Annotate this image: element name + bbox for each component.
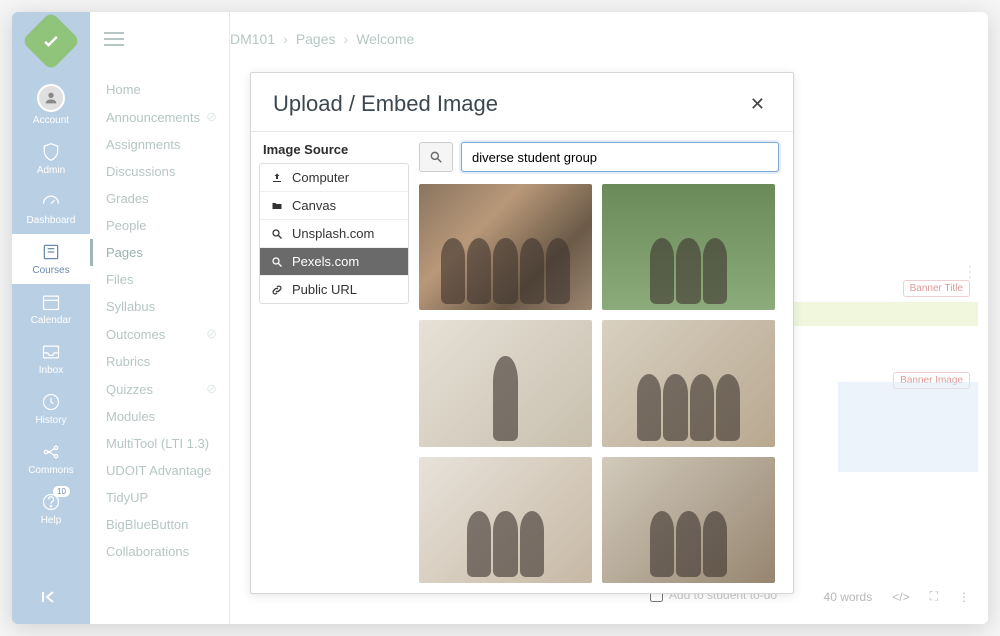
result-thumbnail[interactable] — [602, 184, 775, 310]
image-source-heading: Image Source — [259, 142, 409, 163]
search-row — [419, 142, 779, 172]
content-block — [838, 382, 978, 472]
app-window: Account Admin Dashboard Courses Calendar… — [12, 12, 988, 624]
breadcrumb-page[interactable]: Welcome — [356, 31, 414, 47]
hidden-icon: ⊘ — [206, 381, 217, 397]
cnav-item-announcements[interactable]: Announcements⊘ — [90, 103, 229, 131]
html-view-icon[interactable]: </> — [892, 590, 909, 604]
cnav-item-discussions[interactable]: Discussions — [90, 158, 229, 185]
rail-label: Calendar — [31, 315, 72, 326]
rail-label: Dashboard — [27, 215, 76, 226]
source-computer[interactable]: Computer — [260, 164, 408, 192]
search-input[interactable] — [461, 142, 779, 172]
calendar-icon — [40, 292, 62, 312]
upload-embed-image-modal: Upload / Embed Image ✕ Image Source Comp… — [250, 72, 794, 594]
hidden-icon: ⊘ — [206, 109, 217, 125]
book-icon — [40, 242, 62, 262]
upload-icon — [270, 172, 284, 184]
global-nav-rail: Account Admin Dashboard Courses Calendar… — [12, 12, 90, 624]
hamburger-icon[interactable] — [104, 32, 124, 46]
cnav-item-pages[interactable]: Pages — [90, 239, 229, 266]
side-panel-controls: ⋮ — [962, 262, 978, 282]
help-icon: 10 — [40, 492, 62, 512]
result-thumbnail[interactable] — [602, 457, 775, 583]
result-thumbnail[interactable] — [419, 320, 592, 446]
source-pexels[interactable]: Pexels.com — [260, 248, 408, 276]
rail-item-dashboard[interactable]: Dashboard — [12, 184, 90, 234]
gauge-icon — [40, 192, 62, 212]
cnav-item-syllabus[interactable]: Syllabus — [90, 293, 229, 320]
modal-header: Upload / Embed Image ✕ — [251, 73, 793, 131]
avatar-icon — [37, 84, 65, 112]
source-public-url[interactable]: Public URL — [260, 276, 408, 303]
kebab-icon[interactable]: ⋮ — [962, 262, 978, 282]
rail-label: Inbox — [39, 365, 63, 376]
source-canvas[interactable]: Canvas — [260, 192, 408, 220]
result-thumbnail[interactable] — [419, 184, 592, 310]
result-thumbnail[interactable] — [419, 457, 592, 583]
fullscreen-icon[interactable]: ⛶ — [930, 589, 938, 604]
cnav-item-grades[interactable]: Grades — [90, 185, 229, 212]
modal-title: Upload / Embed Image — [273, 91, 498, 117]
rail-item-account[interactable]: Account — [12, 76, 90, 134]
clock-icon — [40, 392, 62, 412]
search-icon — [270, 256, 284, 268]
breadcrumb-course[interactable]: DM101 — [230, 31, 275, 47]
cnav-item-udoit[interactable]: UDOIT Advantage — [90, 457, 229, 484]
rail-label: Courses — [32, 265, 69, 276]
inbox-icon — [40, 342, 62, 362]
kebab-icon[interactable]: ⋮ — [958, 590, 970, 604]
cnav-item-quizzes[interactable]: Quizzes⊘ — [90, 375, 229, 403]
rail-item-admin[interactable]: Admin — [12, 134, 90, 184]
rail-collapse-button[interactable] — [39, 575, 63, 624]
app-logo[interactable] — [21, 12, 80, 71]
rail-label: Admin — [37, 165, 65, 176]
word-count: 40 words — [824, 590, 873, 604]
cnav-item-outcomes[interactable]: Outcomes⊘ — [90, 320, 229, 348]
banner-title-badge[interactable]: Banner Title — [903, 280, 970, 297]
hidden-icon: ⊘ — [206, 326, 217, 342]
rail-item-calendar[interactable]: Calendar — [12, 284, 90, 334]
rail-label: Commons — [28, 465, 74, 476]
cnav-item-files[interactable]: Files — [90, 266, 229, 293]
breadcrumb: DM101 › Pages › Welcome — [230, 31, 414, 47]
cnav-item-assignments[interactable]: Assignments — [90, 131, 229, 158]
close-icon[interactable]: ✕ — [744, 92, 771, 117]
rail-item-courses[interactable]: Courses — [12, 234, 90, 284]
cnav-item-modules[interactable]: Modules — [90, 403, 229, 430]
rail-label: Account — [33, 115, 69, 126]
rail-label: Help — [41, 515, 62, 526]
topbar — [90, 12, 229, 66]
results-grid — [419, 184, 779, 583]
search-button[interactable] — [419, 142, 453, 172]
rail-item-history[interactable]: History — [12, 384, 90, 434]
rail-item-help[interactable]: 10 Help — [12, 484, 90, 534]
cnav-item-multitool[interactable]: MultiTool (LTI 1.3) — [90, 430, 229, 457]
results-column — [409, 132, 793, 593]
cnav-item-bbb[interactable]: BigBlueButton — [90, 511, 229, 538]
cnav-item-rubrics[interactable]: Rubrics — [90, 348, 229, 375]
course-nav: Home Announcements⊘ Assignments Discussi… — [90, 12, 230, 624]
course-nav-list: Home Announcements⊘ Assignments Discussi… — [90, 66, 229, 575]
breadcrumb-section[interactable]: Pages — [296, 31, 336, 47]
folder-icon — [270, 200, 284, 212]
link-icon — [270, 284, 284, 296]
rail-item-commons[interactable]: Commons — [12, 434, 90, 484]
share-icon — [40, 442, 62, 462]
shield-icon — [40, 142, 62, 162]
cnav-item-tidyup[interactable]: TidyUP — [90, 484, 229, 511]
search-icon — [270, 228, 284, 240]
cnav-item-people[interactable]: People — [90, 212, 229, 239]
image-source-column: Image Source Computer Canvas Unsplash.co… — [251, 132, 409, 593]
cnav-item-collab[interactable]: Collaborations — [90, 538, 229, 565]
result-thumbnail[interactable] — [602, 320, 775, 446]
rail-label: History — [35, 415, 66, 426]
cnav-item-home[interactable]: Home — [90, 76, 229, 103]
image-source-list: Computer Canvas Unsplash.com Pexels.com … — [259, 163, 409, 304]
source-unsplash[interactable]: Unsplash.com — [260, 220, 408, 248]
rail-item-inbox[interactable]: Inbox — [12, 334, 90, 384]
